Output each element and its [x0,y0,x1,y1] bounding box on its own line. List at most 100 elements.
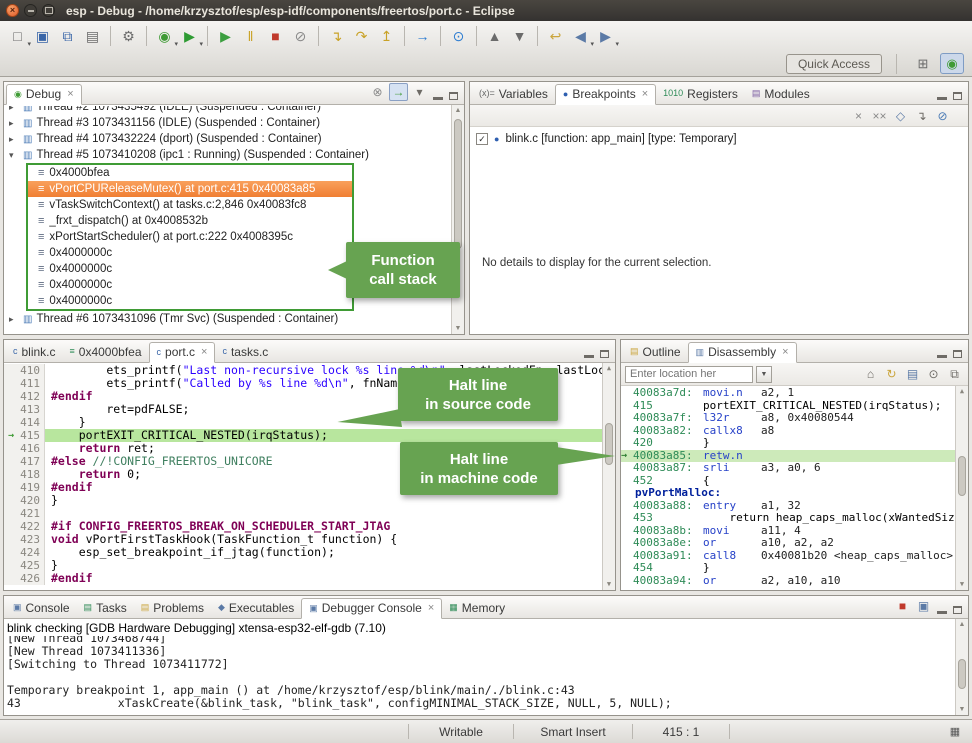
step-over-icon[interactable]: ↷ [349,24,374,48]
step-return-icon[interactable]: ↥ [374,24,399,48]
scroll-down-icon[interactable]: ▼ [452,323,464,334]
disasm-row[interactable]: 40083a7d:movi.na2, 1 [621,387,955,400]
vars-tab-breakpoints[interactable]: ●Breakpoints× [555,84,656,105]
maximize-view-button[interactable] [600,350,609,358]
debug-scrollbar[interactable]: ▲ ▼ [451,105,464,334]
instruction-pointer-icon[interactable]: → [4,429,18,442]
scroll-down-icon[interactable]: ▼ [956,579,968,590]
editor-scrollbar[interactable]: ▲ ▼ [602,363,615,590]
print-icon[interactable]: ▤ [80,24,105,48]
minimize-view-button[interactable] [433,97,443,100]
gutter-marker[interactable] [4,403,18,416]
breakpoint-checkbox[interactable]: ✓ [476,133,488,145]
terminate-console-icon[interactable]: ■ [893,597,912,615]
gutter-marker[interactable] [4,390,18,403]
minimize-view-button[interactable] [937,611,947,614]
console-tab-problems[interactable]: ▤Problems [134,598,211,618]
console-line[interactable]: 43 xTaskCreate(&blink_task, "blink_task"… [7,697,955,710]
build-icon[interactable]: ⚙ [116,24,141,48]
chevron-right-icon[interactable]: ▸ [9,134,19,145]
vars-tab-modules[interactable]: ▤Modules [745,84,817,104]
progress-indicator-icon[interactable]: ▦ [946,725,964,738]
console-body[interactable]: blink checking [GDB Hardware Debugging] … [4,619,968,715]
close-tab-icon[interactable]: × [642,89,648,100]
disasm-row[interactable]: 40083a7f:l32ra8, 0x40080544 [621,412,955,425]
back-icon[interactable]: ◀▾ [568,24,593,48]
sync-selection-icon[interactable]: ⧉ [945,365,964,383]
stack-frame-row[interactable]: ≡0x4000000c [28,293,352,309]
scroll-up-icon[interactable]: ▲ [956,619,968,630]
chevron-right-icon[interactable]: ▸ [9,106,19,113]
stack-frame-row[interactable]: ≡xPortStartScheduler() at port.c:222 0x4… [28,229,352,245]
location-dropdown-icon[interactable]: ▼ [756,366,772,383]
scrollbar-thumb[interactable] [454,119,462,249]
disasm-row[interactable]: 40083a91:call80x40081b20 <heap_caps_mall… [621,550,955,563]
console-scrollbar[interactable]: ▲ ▼ [955,619,968,715]
console-tab-memory[interactable]: ▦Memory [442,598,512,618]
display-selected-console-icon[interactable]: ▣ [914,597,933,615]
gutter-marker[interactable] [4,481,18,494]
debug-thread-row[interactable]: ▸▥Thread #4 1073432224 (dport) (Suspende… [4,131,451,147]
save-icon[interactable]: ▣ [30,24,55,48]
maximize-view-button[interactable] [953,92,962,100]
scroll-down-icon[interactable]: ▼ [603,579,615,590]
gutter-marker[interactable] [4,442,18,455]
debug-tab-debug[interactable]: ◉Debug× [6,84,82,105]
debug-thread-row[interactable]: ▸▥Thread #3 1073431156 (IDLE) (Suspended… [4,115,451,131]
editor-tab-tasks-c[interactable]: ctasks.c [215,342,275,362]
disasm-row[interactable]: 40083a82:callx8a8 [621,425,955,438]
debug-icon[interactable]: ◉▾ [152,24,177,48]
open-perspective-icon[interactable]: ⊞ [911,53,935,74]
view-menu-icon[interactable]: ▾ [410,83,429,101]
code-line[interactable]: 424 esp_set_breakpoint_if_jtag(function)… [4,546,602,559]
disasm-row[interactable]: 420} [621,437,955,450]
gutter-marker[interactable] [4,377,18,390]
gutter-marker[interactable] [4,507,18,520]
gutter-marker[interactable] [4,364,18,377]
code-line[interactable]: 420} [4,494,602,507]
dropdown-arrow-icon[interactable]: ▾ [199,40,203,48]
maximize-view-button[interactable] [449,92,458,100]
close-tab-icon[interactable]: × [67,89,73,100]
minimize-view-button[interactable] [937,355,947,358]
suspend-icon[interactable]: ‖ [238,24,263,48]
editor-tab-0x4000bfea[interactable]: ≡0x4000bfea [63,342,149,362]
debug-thread-row[interactable]: ▸▥Thread #6 1073431096 (Tmr Svc) (Suspen… [4,311,451,327]
code-line[interactable]: 426#endif [4,572,602,585]
gutter-marker[interactable] [4,546,18,559]
gutter-marker[interactable] [4,494,18,507]
close-tab-icon[interactable]: × [782,347,788,358]
right-tab-outline[interactable]: ▤Outline [623,342,688,362]
instruction-stepping-mode-icon[interactable]: → [389,83,408,101]
scroll-up-icon[interactable]: ▲ [956,386,968,397]
show-breakpoints-supported-icon[interactable]: ◇ [891,107,910,125]
resume-icon[interactable]: ▶ [213,24,238,48]
run-icon[interactable]: ▶▾ [177,24,202,48]
next-annotation-icon[interactable]: ▼ [507,24,532,48]
console-tab-executables[interactable]: ◆Executables [211,598,301,618]
stack-frame-row[interactable]: ≡0x4000000c [28,245,352,261]
stack-frame-row[interactable]: ≡0x4000000c [28,277,352,293]
code-line[interactable]: 425} [4,559,602,572]
breakpoint-row[interactable]: ✓●blink.c [function: app_main] [type: Te… [470,130,968,148]
vars-tab-variables[interactable]: (x)=Variables [472,84,555,104]
go-to-file-for-breakpoint-icon[interactable]: ↴ [912,107,931,125]
save-all-icon[interactable]: ⧉ [55,24,80,48]
quick-access-button[interactable]: Quick Access [786,54,882,74]
debug-thread-row[interactable]: ▾▥Thread #5 1073410208 (ipc1 : Running) … [4,147,451,163]
maximize-view-button[interactable] [953,350,962,358]
disconnect-icon[interactable]: ⊘ [288,24,313,48]
home-icon[interactable]: ⌂ [861,365,880,383]
stack-frame-row[interactable]: ≡0x4000000c [28,261,352,277]
new-icon[interactable]: □▾ [5,24,30,48]
track-expression-icon[interactable]: ⊙ [924,365,943,383]
editor-tab-port-c[interactable]: cport.c× [149,342,216,363]
gutter-marker[interactable] [4,572,18,585]
terminate-icon[interactable]: ■ [263,24,288,48]
disasm-row[interactable]: pvPortMalloc: [621,487,955,500]
gutter-marker[interactable] [4,533,18,546]
disassembly-body[interactable]: 40083a7d:movi.na2, 1415portEXIT_CRITICAL… [621,386,968,590]
right-tab-disassembly[interactable]: ▥Disassembly× [688,342,797,363]
forward-icon[interactable]: ▶▾ [593,24,618,48]
remove-all-breakpoints-icon[interactable]: ×× [870,107,889,125]
